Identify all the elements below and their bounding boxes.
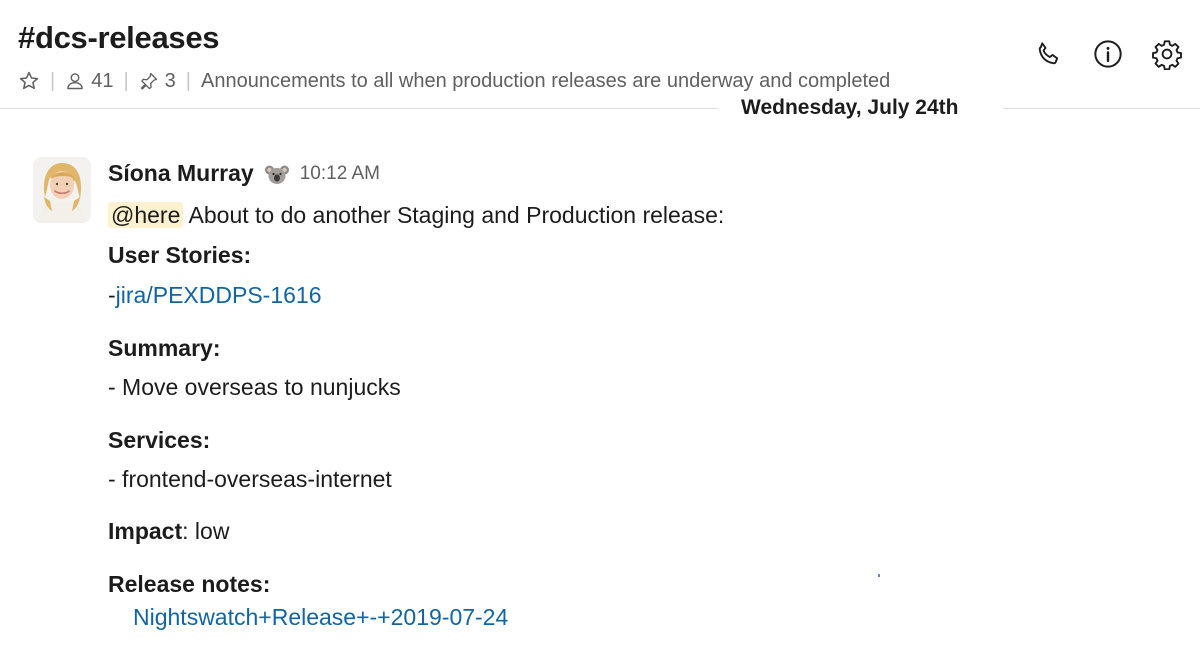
header-actions <box>1032 37 1184 71</box>
gear-icon[interactable] <box>1150 37 1184 71</box>
message-intro-line: @here About to do another Staging and Pr… <box>108 202 724 229</box>
sender-name[interactable]: Síona Murray <box>108 160 254 187</box>
pin-icon <box>139 71 159 91</box>
meta-separator: | <box>50 69 56 92</box>
impact-label: Impact <box>108 518 183 544</box>
channel-description: Announcements to all when production rel… <box>200 69 891 92</box>
user-story-item: -jira/PEXDDPS-1616 <box>108 282 321 309</box>
services-item: - frontend-overseas-internet <box>108 466 392 492</box>
release-notes-label: Release notes: <box>108 571 271 597</box>
date-divider-label[interactable]: Wednesday, July 24th <box>741 96 958 120</box>
jira-link[interactable]: jira/PEXDDPS-1616 <box>116 282 322 308</box>
release-notes-link[interactable]: Nightswatch+Release+-+2019-07-24 <box>133 604 508 630</box>
info-icon[interactable] <box>1091 37 1125 71</box>
koala-emoji-icon[interactable] <box>264 161 290 187</box>
avatar[interactable] <box>33 157 91 223</box>
here-mention[interactable]: @here <box>108 202 184 228</box>
impact-value: : low <box>182 518 230 544</box>
person-icon <box>65 71 85 91</box>
pins-count: 3 <box>164 69 176 92</box>
services-label: Services: <box>108 427 211 453</box>
date-divider: Wednesday, July 24th <box>0 96 1200 122</box>
message-timestamp[interactable]: 10:12 AM <box>300 163 380 185</box>
meta-separator: | <box>123 69 129 92</box>
impact-line: Impact: low <box>108 518 229 545</box>
stray-mark <box>878 574 880 577</box>
user-stories-label: User Stories: <box>108 242 252 268</box>
channel-meta: | 41 | 3 | Announcements to all when pro… <box>18 66 890 96</box>
meta-separator: | <box>185 69 191 92</box>
story-prefix: - <box>108 282 116 308</box>
summary-item: - Move overseas to nunjucks <box>108 374 401 400</box>
message-intro: About to do another Staging and Producti… <box>188 202 725 228</box>
members-button[interactable]: 41 <box>65 70 113 93</box>
channel-header: #dcs-releases | 41 | 3 | Announcements t… <box>0 0 1200 100</box>
divider-line <box>1003 108 1200 109</box>
pins-button[interactable]: 3 <box>139 70 176 93</box>
message-header: Síona Murray 10:12 AM <box>108 160 380 187</box>
members-count: 41 <box>91 69 114 92</box>
star-icon[interactable] <box>18 70 40 92</box>
release-notes-item: Nightswatch+Release+-+2019-07-24 <box>133 604 508 631</box>
channel-title[interactable]: #dcs-releases <box>18 20 220 56</box>
phone-icon[interactable] <box>1032 37 1066 71</box>
summary-label: Summary: <box>108 335 221 361</box>
divider-line <box>0 108 718 109</box>
